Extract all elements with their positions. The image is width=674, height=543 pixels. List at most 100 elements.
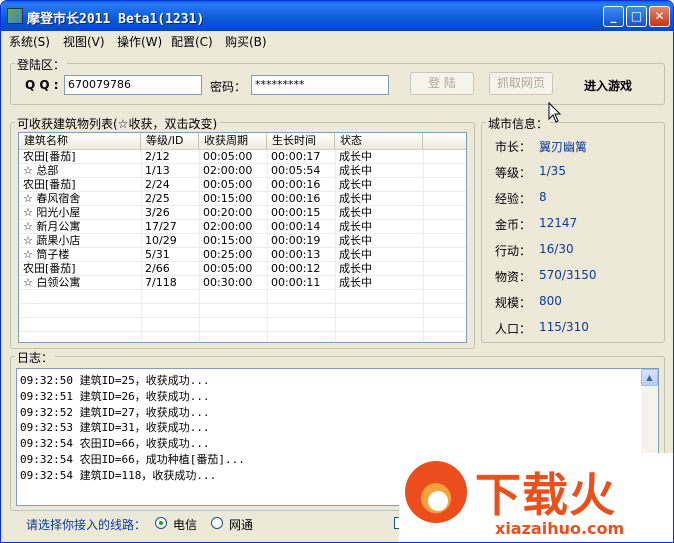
table-row[interactable]: ☆ 春风宿舍 2/25 00:15:00 00:00:16 成长中 (19, 192, 466, 206)
cell-level: 2/66 (145, 262, 170, 275)
maximize-button[interactable]: □ (626, 6, 647, 27)
enter-game-link[interactable]: 进入游戏 (584, 77, 632, 94)
log-line: 09:32:54 农田ID=66，成功种植[番茄]... (20, 453, 245, 466)
city-info-value: 115/310 (539, 320, 589, 334)
menu-buy[interactable]: 购买(B) (225, 33, 267, 50)
route-telecom-radio[interactable] (155, 517, 167, 529)
cell-name: 农田[番茄] (23, 178, 76, 191)
route-netcom-radio[interactable] (211, 517, 223, 529)
cell-grow: 00:05:54 (271, 164, 321, 177)
log-line: 09:32:54 农田ID=66，收获成功... (20, 437, 210, 451)
grid-column-line (199, 150, 200, 342)
cell-status: 成长中 (339, 192, 372, 205)
table-row[interactable]: ☆ 阳光小屋 3/26 00:20:00 00:00:15 成长中 (19, 206, 466, 220)
col-status[interactable]: 状态 (335, 133, 423, 150)
grid-line (19, 205, 466, 206)
menu-system[interactable]: 系统(S) (9, 33, 50, 50)
cell-status: 成长中 (339, 262, 372, 275)
login-button[interactable]: 登 陆 (410, 72, 474, 95)
cell-name: ☆ 白领公寓 (23, 276, 81, 289)
cell-status: 成长中 (339, 178, 372, 191)
scroll-up-icon[interactable]: ▲ (641, 369, 658, 386)
cell-status: 成长中 (339, 220, 372, 233)
grid-line (19, 331, 466, 332)
city-info-value: 1/35 (539, 164, 566, 178)
grid-line (19, 261, 466, 262)
cell-status: 成长中 (339, 164, 372, 177)
col-name[interactable]: 建筑名称 (19, 133, 141, 150)
watermark: 下载火 xiazaihuo.com (399, 453, 673, 542)
menu-config[interactable]: 配置(C) (171, 33, 213, 50)
cell-cycle: 00:15:00 (203, 192, 253, 205)
cell-name: 农田[番茄] (23, 262, 76, 275)
cell-cycle: 00:30:00 (203, 276, 253, 289)
grid-column-line (335, 150, 336, 342)
route-label: 请选择你接入的线路： (26, 518, 147, 532)
menu-view[interactable]: 视图(V) (63, 33, 105, 50)
title-bar[interactable]: 摩登市长2011 Beta1(1231) _ □ ✕ (1, 1, 673, 31)
grid-line (19, 289, 466, 290)
city-info-label: 人口： (495, 322, 532, 336)
city-info-label: 经验： (495, 192, 532, 206)
table-row[interactable]: 农田[番茄] 2/24 00:05:00 00:00:16 成长中 (19, 178, 466, 192)
cell-level: 2/25 (145, 192, 170, 205)
watermark-url: xiazaihuo.com (495, 519, 625, 538)
login-group-label: 登陆区： (15, 56, 68, 73)
cell-name: ☆ 新月公寓 (23, 220, 81, 233)
table-row[interactable]: ☆ 白领公寓 7/118 00:30:00 00:00:11 成长中 (19, 276, 466, 290)
buildings-list[interactable]: 建筑名称 等级/ID 收获周期 生长时间 状态 农田[番茄] 2/12 00:05:… (18, 132, 467, 343)
route-telecom-label[interactable]: 电信 (173, 516, 197, 533)
cell-grow: 00:00:16 (271, 192, 321, 205)
cell-cycle: 00:20:00 (203, 206, 253, 219)
cell-name: ☆ 阳光小屋 (23, 206, 81, 219)
cell-status: 成长中 (339, 150, 372, 163)
cell-name: 农田[番茄] (23, 150, 76, 163)
city-info-value: 翼刃幽篱 (539, 140, 588, 154)
qq-input[interactable]: 670079786 (64, 75, 202, 95)
city-info-value: 800 (539, 294, 562, 308)
password-input[interactable]: ********* (251, 75, 389, 95)
minimize-button[interactable]: _ (603, 6, 624, 27)
grid-line (19, 317, 466, 318)
city-info-label: 行动： (495, 244, 532, 258)
grid-column-line (423, 150, 424, 342)
cell-cycle: 00:15:00 (203, 234, 253, 247)
qq-label: Q Q : (25, 78, 59, 92)
route-netcom-label[interactable]: 网通 (229, 516, 253, 533)
cell-grow: 00:00:14 (271, 220, 321, 233)
grid-line (19, 177, 466, 178)
city-info-value: 570/3150 (539, 268, 597, 282)
capture-page-button[interactable]: 抓取网页 (489, 72, 553, 95)
col-cycle[interactable]: 收获周期 (199, 133, 267, 150)
grid-line (19, 275, 466, 276)
cell-level: 17/27 (145, 220, 177, 233)
table-row[interactable]: 农田[番茄] 2/12 00:05:00 00:00:17 成长中 (19, 150, 466, 164)
cell-grow: 00:00:12 (271, 262, 321, 275)
table-row[interactable]: ☆ 新月公寓 17/27 02:00:00 00:00:14 成长中 (19, 220, 466, 234)
col-grow[interactable]: 生长时间 (267, 133, 335, 150)
log-line: 09:32:52 建筑ID=27，收获成功... (20, 405, 210, 419)
cell-name: ☆ 春风宿舍 (23, 192, 81, 205)
app-window: 摩登市长2011 Beta1(1231) _ □ ✕ 系统(S) 视图(V) 操… (0, 0, 674, 543)
table-row[interactable]: ☆ 筒子楼 5/31 00:25:00 00:00:13 成长中 (19, 248, 466, 262)
password-label: 密码： (210, 80, 247, 94)
close-button[interactable]: ✕ (649, 6, 670, 27)
cell-status: 成长中 (339, 248, 372, 261)
menu-operate[interactable]: 操作(W) (117, 33, 162, 50)
table-row[interactable]: ☆ 总部 1/13 02:00:00 00:05:54 成长中 (19, 164, 466, 178)
menu-bar: 系统(S) 视图(V) 操作(W) 配置(C) 购买(B) (1, 31, 673, 50)
window-title: 摩登市长2011 Beta1(1231) (27, 12, 205, 27)
cell-level: 1/13 (145, 164, 170, 177)
grid-line (19, 303, 466, 304)
download-icon (428, 491, 448, 511)
flame-logo-icon (405, 461, 467, 523)
cell-grow: 00:00:11 (271, 276, 321, 289)
cell-status: 成长中 (339, 234, 372, 247)
col-level[interactable]: 等级/ID (141, 133, 199, 150)
cell-name: ☆ 蔬果小店 (23, 234, 81, 247)
city-info-label: 等级： (495, 166, 532, 180)
grid-line (19, 247, 466, 248)
table-row[interactable]: ☆ 蔬果小店 10/29 00:15:00 00:00:19 成长中 (19, 234, 466, 248)
city-info-value: 16/30 (539, 242, 574, 256)
table-row[interactable]: 农田[番茄] 2/66 00:05:00 00:00:12 成长中 (19, 262, 466, 276)
